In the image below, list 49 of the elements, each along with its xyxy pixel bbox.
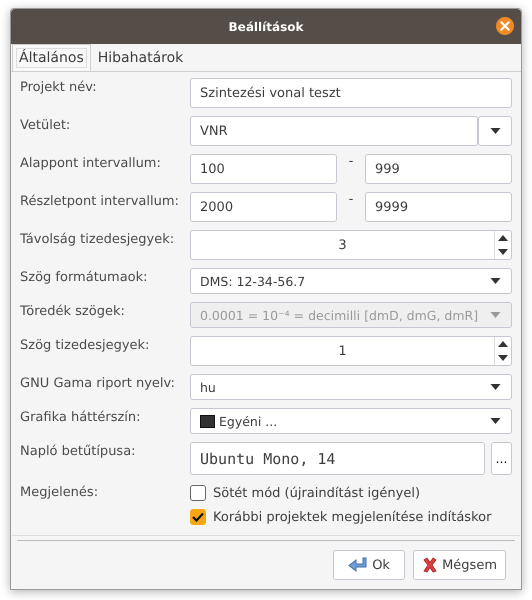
- field-label: Szög formátumaok:: [20, 269, 149, 287]
- number-field[interactable]: 100: [190, 154, 337, 184]
- checkbox-label[interactable]: Sötét mód (újraindítást igényel): [213, 486, 420, 500]
- down-arrow-icon[interactable]: [498, 249, 508, 255]
- field-label: Töredék szögek:: [20, 303, 126, 321]
- range-separator: -: [348, 154, 354, 169]
- tab[interactable]: Általános: [12, 44, 91, 71]
- field-label: Vetület:: [20, 117, 72, 135]
- field-label: Megjelenés:: [20, 484, 100, 502]
- checkbox[interactable]: [190, 485, 206, 501]
- field-label: Részletpont intervallum:: [20, 193, 180, 211]
- field-label: Szög tizedesjegyek:: [20, 337, 150, 355]
- number-field[interactable]: 2000: [190, 192, 337, 222]
- checkbox[interactable]: [190, 509, 206, 525]
- caret-icon: [490, 384, 501, 390]
- font-field[interactable]: Ubuntu Mono, 14: [190, 442, 485, 475]
- caret-icon: [490, 278, 501, 284]
- browse-button[interactable]: …: [491, 442, 512, 475]
- close-icon[interactable]: [496, 17, 514, 35]
- field-label: Napló betűtípusa:: [20, 443, 137, 461]
- number-field[interactable]: 999: [365, 154, 512, 184]
- up-arrow-icon[interactable]: [498, 235, 508, 241]
- checkbox-label[interactable]: Korábbi projektek megjelenítése indításkor: [213, 510, 492, 524]
- number-field[interactable]: 9999: [365, 192, 512, 222]
- ok-button[interactable]: Ok: [333, 550, 406, 580]
- up-arrow-icon[interactable]: [498, 341, 508, 347]
- text-field[interactable]: Szintezési vonal teszt: [190, 78, 512, 108]
- down-arrow-icon[interactable]: [498, 355, 508, 361]
- combo-field[interactable]: VNR: [190, 116, 478, 146]
- dropdown[interactable]: DMS: 12-34-56.7: [190, 268, 512, 294]
- spin-box[interactable]: 1: [190, 336, 512, 366]
- field-label: GNU Gama riport nyelv:: [20, 375, 176, 393]
- caret-icon: [490, 418, 501, 424]
- field-label: Távolság tizedesjegyek:: [20, 231, 176, 249]
- caret-icon: [490, 128, 500, 134]
- dropdown[interactable]: Egyéni ...: [190, 408, 512, 434]
- spin-box[interactable]: 3: [190, 230, 512, 260]
- field-label: Grafika háttérszín:: [20, 409, 142, 427]
- return-arrow-icon: [348, 557, 368, 573]
- dropdown-button[interactable]: [478, 116, 512, 146]
- range-separator: -: [348, 192, 354, 207]
- field-label: Projekt név:: [20, 79, 98, 97]
- cancel-button[interactable]: Mégsem: [413, 550, 506, 580]
- cross-icon: [422, 556, 438, 574]
- dropdown[interactable]: hu: [190, 374, 512, 400]
- field-label: Alappont intervallum:: [20, 155, 162, 173]
- tab[interactable]: Hibahatárok: [90, 44, 190, 71]
- caret-icon: [490, 312, 501, 318]
- window-title: Beállítások: [228, 20, 304, 34]
